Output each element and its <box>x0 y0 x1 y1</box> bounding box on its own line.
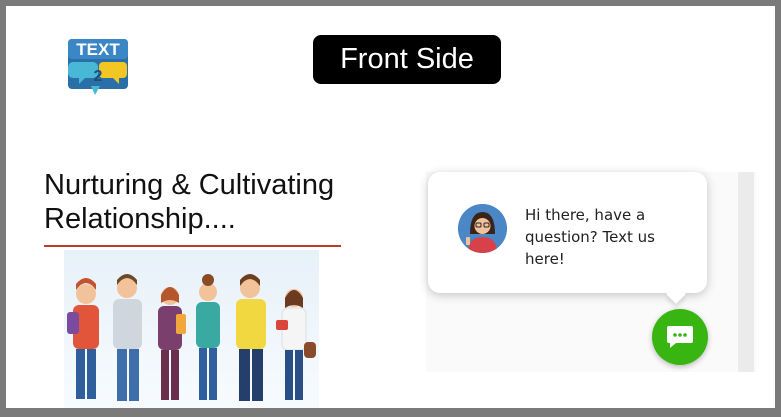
page-heading: Nurturing & Cultivating Relationship.... <box>44 169 335 235</box>
chat-bubble-icon <box>667 326 693 348</box>
page-title-badge: Front Side <box>313 35 501 84</box>
chat-greeting-message: Hi there, have a question? Text us here! <box>525 206 655 268</box>
page-frame: TEXT 2 Front Side Nurturing & Cultivatin… <box>6 6 775 408</box>
agent-avatar-icon <box>458 204 507 253</box>
heading-divider <box>44 245 341 247</box>
student-figure <box>67 278 99 399</box>
svg-text:2: 2 <box>94 68 103 85</box>
group-of-students-illustration <box>64 250 319 408</box>
logo-text: TEXT <box>76 40 120 59</box>
scrollbar[interactable] <box>738 172 754 372</box>
text2-logo-icon: TEXT 2 <box>67 38 129 96</box>
open-chat-button[interactable] <box>652 309 708 365</box>
